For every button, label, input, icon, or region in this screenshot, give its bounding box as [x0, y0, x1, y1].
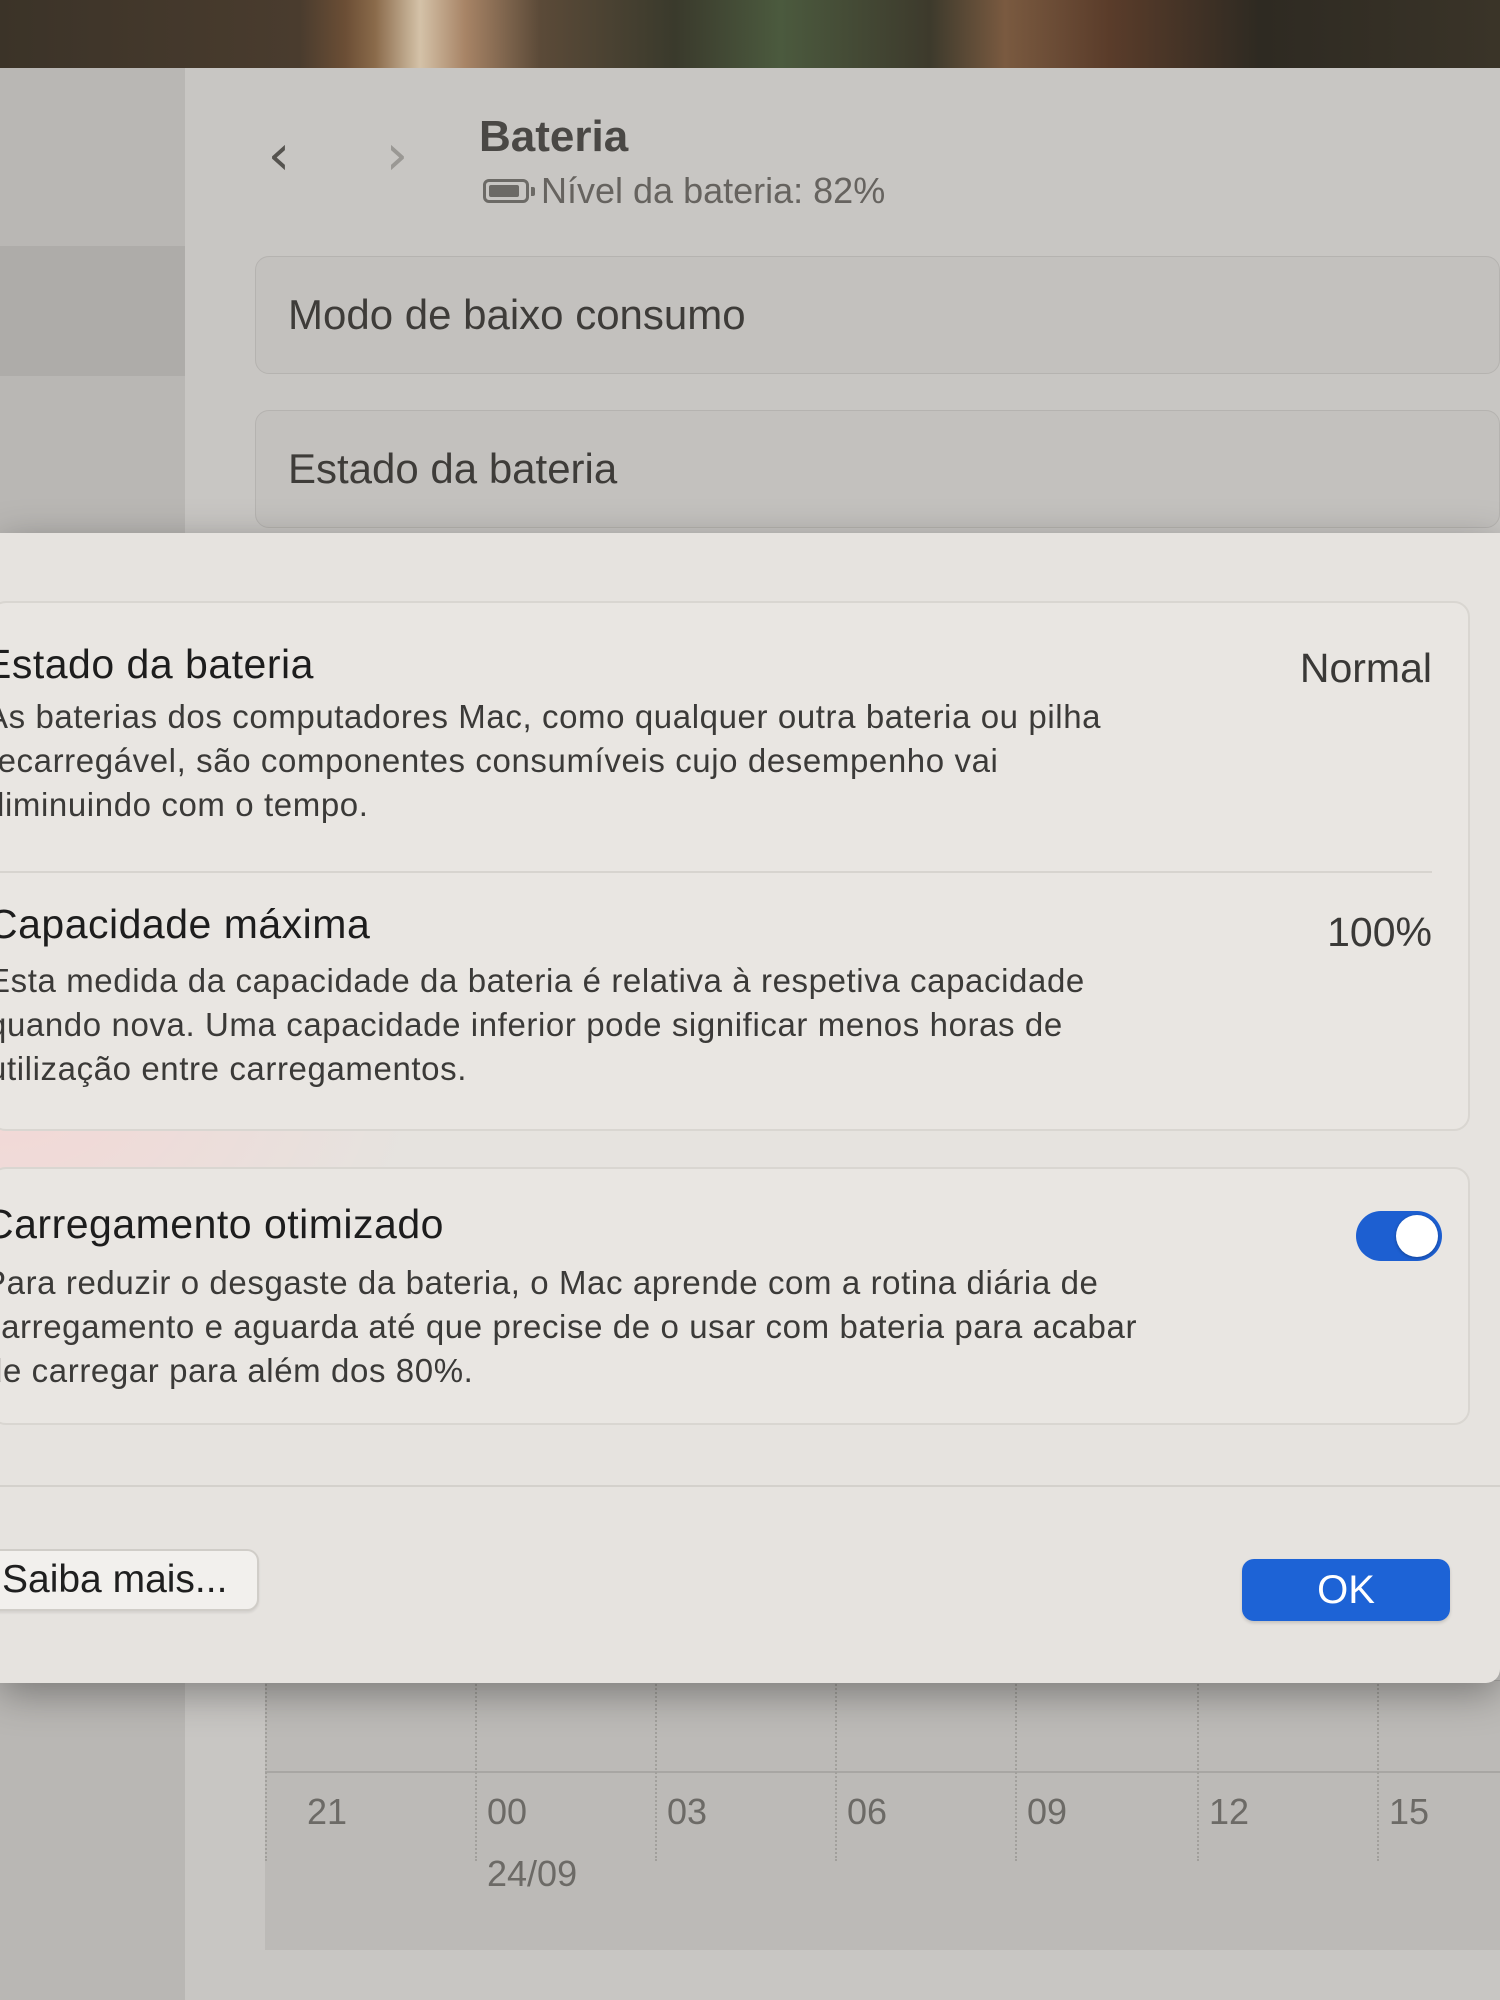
battery-health-value: Normal: [1299, 645, 1432, 691]
toggle-knob: [1396, 1215, 1438, 1257]
divider: [0, 871, 1432, 873]
battery-icon: [483, 179, 535, 203]
chart-gridline: [265, 1681, 267, 1861]
optimized-charging-toggle[interactable]: [1356, 1211, 1442, 1261]
chart-date-label: 24/09: [487, 1853, 578, 1894]
chart-gridline: [475, 1681, 477, 1861]
footer-divider: [0, 1485, 1500, 1487]
learn-more-button[interactable]: Saiba mais...: [0, 1549, 260, 1611]
battery-usage-chart: 21 00 03 06 09 12 15 24/09: [265, 1680, 1500, 1950]
battery-level-text: Nível da bateria: 82%: [541, 170, 886, 211]
optimized-charging-title: Carregamento otimizado: [0, 1201, 444, 1247]
battery-health-description: As baterias dos computadores Mac, como q…: [0, 698, 1102, 823]
chart-tick-label: 21: [307, 1791, 348, 1832]
battery-health-row-label: Estado da bateria: [288, 445, 618, 492]
battery-level: Nível da bateria: 82%: [483, 170, 885, 212]
chart-tick-label: 15: [1389, 1791, 1430, 1832]
optimized-charging-description: Para reduzir o desgaste da bateria, o Ma…: [0, 1264, 1138, 1389]
chart-tick-label: 12: [1209, 1791, 1250, 1832]
chart-gridline: [1197, 1681, 1199, 1861]
low-power-mode-label: Modo de baixo consumo: [288, 291, 746, 338]
chart-gridline: [1377, 1681, 1379, 1861]
chart-gridline: [1015, 1681, 1017, 1861]
chart-gridline: [655, 1681, 657, 1861]
desktop-wallpaper: [0, 0, 1500, 72]
sidebar-selected-item[interactable]: [0, 246, 185, 376]
chevron-left-icon[interactable]: ‹: [257, 128, 301, 188]
chart-tick-label: 00: [487, 1791, 528, 1832]
chart-gridline: [835, 1681, 837, 1861]
chart-tick-label: 03: [667, 1791, 708, 1832]
battery-health-title: Estado da bateria: [0, 641, 314, 687]
max-capacity-value: 100%: [1327, 909, 1432, 955]
low-power-mode-row[interactable]: Modo de baixo consumo: [255, 256, 1500, 374]
page-title: Bateria: [479, 112, 629, 161]
chart-tick-label: 06: [847, 1791, 888, 1832]
max-capacity-title: Capacidade máxima: [0, 901, 371, 947]
chevron-right-icon[interactable]: ›: [375, 128, 419, 188]
chart-tick-label: 09: [1027, 1791, 1068, 1832]
battery-health-row[interactable]: Estado da bateria: [255, 410, 1500, 528]
battery-health-sheet: Estado da bateria Normal As baterias dos…: [0, 533, 1500, 1683]
chart-baseline: [265, 1771, 1500, 1773]
optimized-charging-group: Carregamento otimizado Para reduzir o de…: [0, 1167, 1470, 1425]
ok-button[interactable]: OK: [1242, 1559, 1450, 1621]
max-capacity-description: Esta medida da capacidade da bateria é r…: [0, 962, 1085, 1087]
battery-health-group: Estado da bateria Normal As baterias dos…: [0, 601, 1470, 1131]
